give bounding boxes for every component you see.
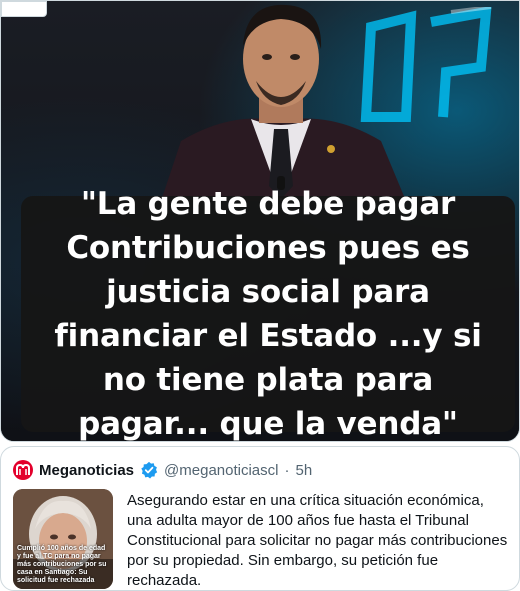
handle[interactable]: @meganoticiascl [164,462,278,479]
quoted-tweet-text: Asegurando estar en una crítica situació… [127,492,508,589]
quoted-tweet-header: Meganoticias @meganoticiascl · 5h [13,459,312,481]
quote-text: "La gente debe pagar Contribuciones pues… [54,186,482,442]
tweet-media-image[interactable]: "La gente debe pagar Contribuciones pues… [0,0,520,442]
quoted-tweet-card[interactable]: Meganoticias @meganoticiascl · 5h Cumpli… [0,446,520,591]
verified-badge-icon [141,461,158,479]
corner-tab [1,1,47,17]
thumbnail-caption: Cumplió 100 años de edad y fue al TC par… [17,545,107,584]
meganoticias-avatar[interactable] [13,460,33,480]
timestamp[interactable]: 5h [295,462,312,479]
display-name[interactable]: Meganoticias [39,462,134,479]
meganoticias-logo-icon [16,464,30,475]
separator-dot: · [284,461,290,479]
quoted-tweet-thumbnail[interactable]: Cumplió 100 años de edad y fue al TC par… [13,489,113,589]
speaker-figure [161,4,406,201]
quote-caption-box: "La gente debe pagar Contribuciones pues… [21,186,515,441]
